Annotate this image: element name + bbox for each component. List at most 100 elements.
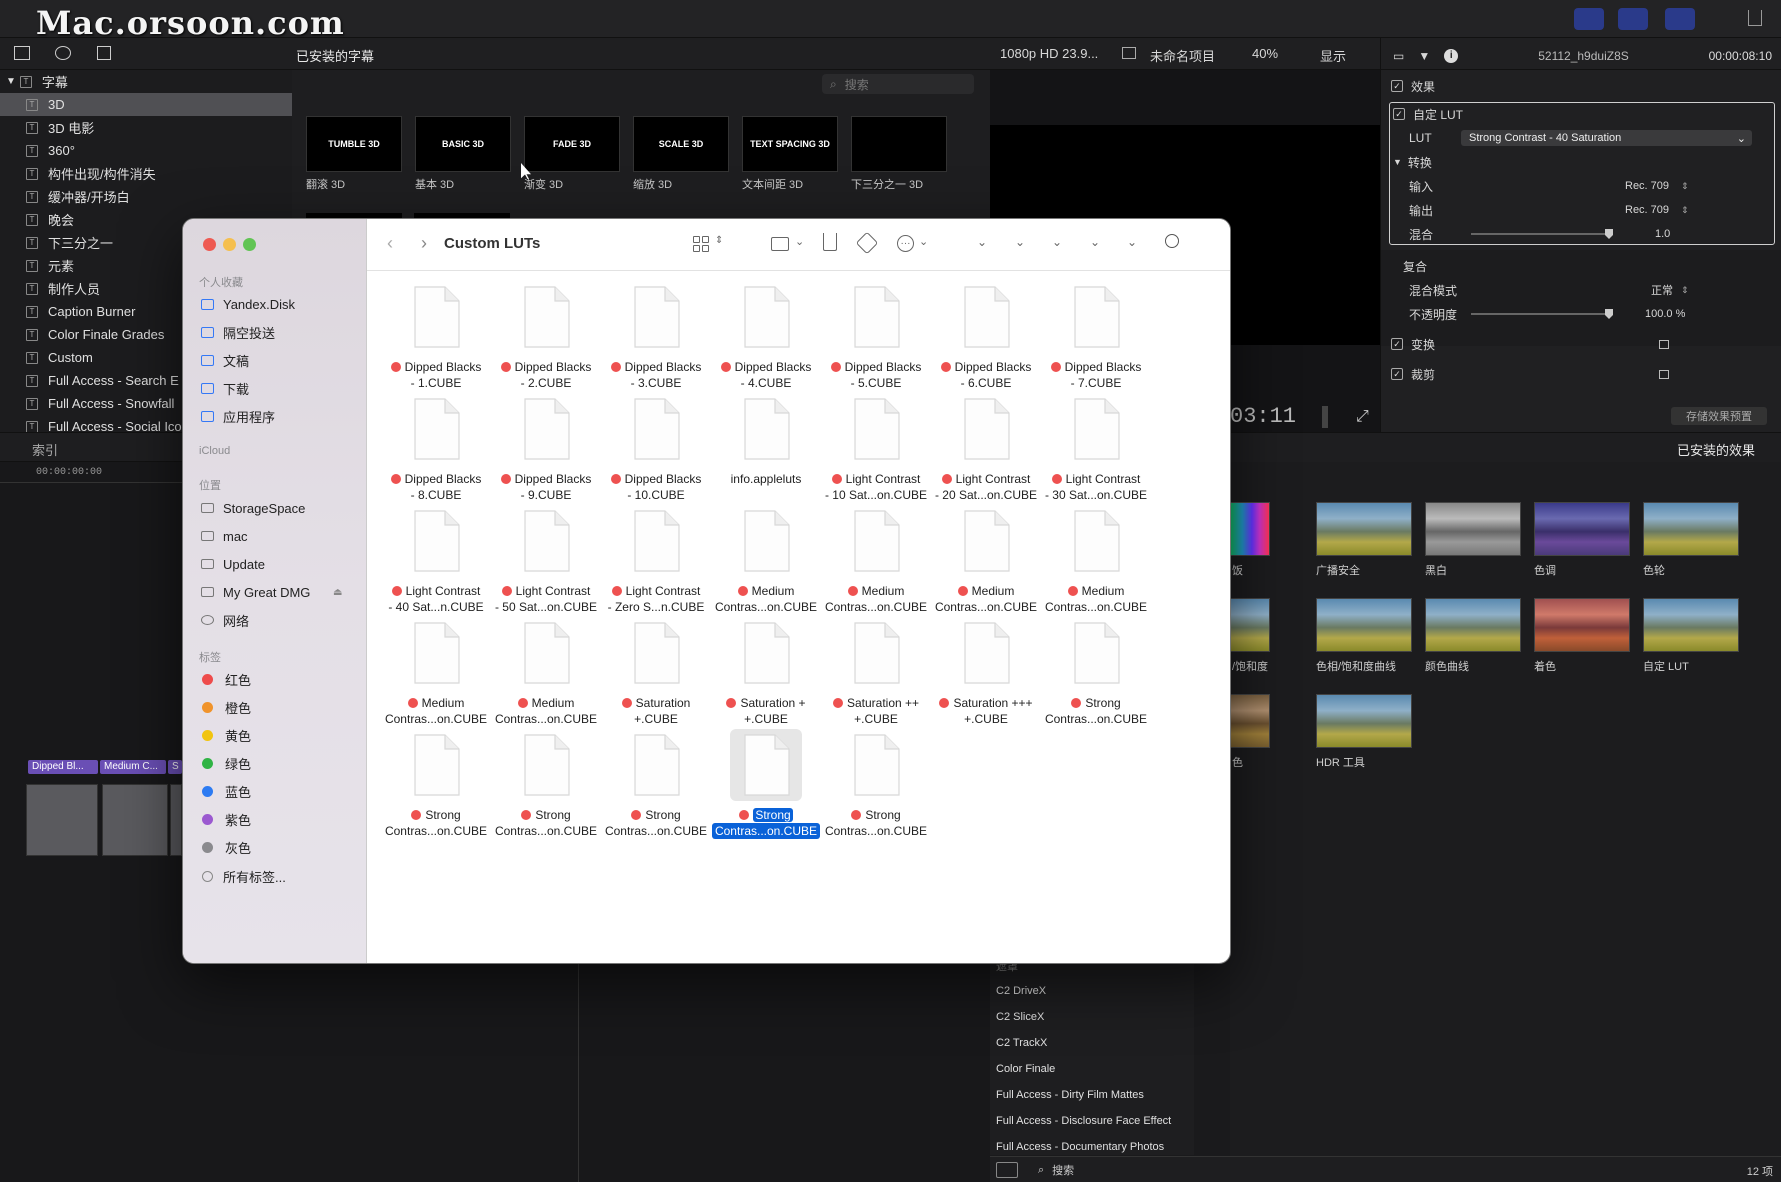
sidebar-item-download[interactable]: 下载 xyxy=(199,377,249,399)
document-icon[interactable] xyxy=(847,509,905,575)
list-item[interactable]: C2 DriveX xyxy=(996,985,1046,997)
zoom-button[interactable] xyxy=(243,238,256,251)
sidebar-item-tag[interactable]: 红色 xyxy=(199,668,251,690)
document-icon[interactable] xyxy=(737,509,795,575)
document-icon[interactable] xyxy=(407,397,465,463)
file-name[interactable]: Medium Contras...on.CUBE xyxy=(712,583,820,615)
document-icon[interactable] xyxy=(737,285,795,351)
sidebar-item-tag[interactable]: 灰色 xyxy=(199,836,251,858)
file-name[interactable]: Dipped Blacks - 7.CUBE xyxy=(1042,359,1150,391)
tag-icon[interactable] xyxy=(855,231,879,255)
sidebar-item-folder[interactable]: Yandex.Disk xyxy=(199,293,295,315)
chevron-down-icon[interactable]: ⌄ xyxy=(1015,235,1025,249)
file-name[interactable]: Medium Contras...on.CUBE xyxy=(932,583,1040,615)
save-effects-preset-button[interactable]: 存储效果预置 xyxy=(1671,407,1767,425)
sidebar-item-title-category[interactable]: T 3D xyxy=(0,93,292,116)
file-name[interactable]: Strong Contras...on.CUBE xyxy=(1042,695,1150,727)
sidebar-toggle-icon[interactable] xyxy=(996,1162,1018,1178)
chevron-down-icon[interactable]: ⌄ xyxy=(1127,235,1137,249)
document-icon[interactable] xyxy=(517,621,575,687)
filter-icon[interactable]: ▼ xyxy=(1418,49,1430,63)
mix-value[interactable]: 1.0 xyxy=(1655,228,1670,240)
titles-search-input[interactable]: ⌕ 搜索 xyxy=(822,74,974,94)
all-tags-item[interactable]: 所有标签... xyxy=(199,865,286,887)
document-icon[interactable] xyxy=(1067,397,1125,463)
sidebar-item-airdrop[interactable]: 隔空投送 xyxy=(199,321,275,343)
effect-thumb[interactable] xyxy=(1316,598,1412,652)
document-icon[interactable] xyxy=(847,733,905,799)
opacity-slider[interactable] xyxy=(1471,313,1609,315)
effects-checkbox[interactable]: ✓ xyxy=(1391,80,1403,92)
document-icon[interactable] xyxy=(847,285,905,351)
effect-thumb[interactable] xyxy=(1425,598,1521,652)
slider-thumb[interactable] xyxy=(1605,229,1613,239)
list-item[interactable]: Full Access - Disclosure Face Effect xyxy=(996,1115,1171,1127)
document-icon[interactable] xyxy=(847,397,905,463)
file-name[interactable]: Light Contrast - 10 Sat...on.CUBE xyxy=(822,471,930,503)
list-item[interactable]: Color Finale xyxy=(996,1063,1055,1075)
sidebar-item-title-category[interactable]: T 缓冲器/开场白 xyxy=(0,185,292,208)
chevron-down-icon[interactable]: ⌄ xyxy=(977,235,987,249)
document-icon[interactable] xyxy=(737,621,795,687)
file-name[interactable]: Light Contrast - 50 Sat...on.CUBE xyxy=(492,583,600,615)
crop-checkbox[interactable]: ✓ xyxy=(1391,368,1403,380)
close-button[interactable] xyxy=(203,238,216,251)
document-icon[interactable] xyxy=(957,397,1015,463)
share-icon[interactable] xyxy=(1748,10,1762,26)
document-icon[interactable] xyxy=(627,397,685,463)
document-icon[interactable] xyxy=(1067,509,1125,575)
sidebar-item-tag[interactable]: 绿色 xyxy=(199,752,251,774)
document-icon[interactable] xyxy=(957,285,1015,351)
title-thumb[interactable]: TUMBLE 3D xyxy=(306,116,402,172)
document-icon[interactable] xyxy=(1067,621,1125,687)
installed-titles-popup[interactable]: 已安装的字幕 xyxy=(296,46,374,65)
effect-thumb[interactable] xyxy=(1230,598,1270,652)
file-name[interactable]: Strong Contras...on.CUBE xyxy=(712,807,820,839)
file-name[interactable]: Light Contrast - Zero S...n.CUBE xyxy=(602,583,710,615)
zoom-popup[interactable]: 40% xyxy=(1252,46,1278,61)
effects-search-input[interactable]: ⌕ 搜索 xyxy=(1038,1162,1074,1178)
effect-thumb[interactable] xyxy=(1316,694,1412,748)
file-name[interactable]: Dipped Blacks - 4.CUBE xyxy=(712,359,820,391)
document-icon[interactable] xyxy=(517,509,575,575)
blend-mode-popup[interactable]: 正常 xyxy=(1651,282,1673,298)
titles-icon[interactable] xyxy=(97,46,111,60)
document-icon[interactable] xyxy=(407,733,465,799)
document-icon[interactable] xyxy=(627,733,685,799)
file-name[interactable]: Dipped Blacks - 6.CUBE xyxy=(932,359,1040,391)
eject-icon[interactable]: ⏏ xyxy=(333,587,342,598)
sidebar-item-location[interactable]: StorageSpace xyxy=(199,497,305,519)
sidebar-item-tag[interactable]: 黄色 xyxy=(199,724,251,746)
document-icon[interactable] xyxy=(957,509,1015,575)
slider-thumb[interactable] xyxy=(1605,309,1613,319)
index-button[interactable]: 索引 xyxy=(32,440,58,459)
video-clip[interactable] xyxy=(26,784,98,856)
crop-icon[interactable] xyxy=(1659,369,1669,379)
fullscreen-icon[interactable]: ⤢ xyxy=(1356,408,1369,426)
file-name[interactable]: Light Contrast - 40 Sat...n.CUBE xyxy=(382,583,490,615)
document-icon[interactable] xyxy=(517,285,575,351)
file-name[interactable]: Saturation +++ +.CUBE xyxy=(932,695,1040,727)
back-button[interactable]: ‹ xyxy=(387,233,393,254)
list-item[interactable]: C2 TrackX xyxy=(996,1037,1047,1049)
file-name[interactable]: Medium Contras...on.CUBE xyxy=(822,583,930,615)
chevron-down-icon[interactable]: ⌄ xyxy=(1052,235,1062,249)
inspector-toggle-button[interactable] xyxy=(1665,8,1695,30)
document-icon[interactable] xyxy=(737,733,795,799)
title-thumb[interactable]: TEXT SPACING 3D xyxy=(742,116,838,172)
sidebar-item-title-category[interactable]: T 360° xyxy=(0,139,292,162)
music-icon[interactable] xyxy=(55,46,71,60)
effect-thumb[interactable] xyxy=(1534,502,1630,556)
file-name[interactable]: info.appleluts xyxy=(712,471,820,487)
file-name[interactable]: Medium Contras...on.CUBE xyxy=(492,695,600,727)
file-name[interactable]: Medium Contras...on.CUBE xyxy=(1042,583,1150,615)
file-name[interactable]: Light Contrast - 20 Sat...on.CUBE xyxy=(932,471,1040,503)
layout-grid-button[interactable] xyxy=(1574,8,1604,30)
document-icon[interactable] xyxy=(627,509,685,575)
input-popup[interactable]: Rec. 709 xyxy=(1625,180,1669,192)
document-icon[interactable] xyxy=(737,397,795,463)
file-name[interactable]: Dipped Blacks - 5.CUBE xyxy=(822,359,930,391)
mix-slider[interactable] xyxy=(1471,233,1609,235)
file-name[interactable]: Saturation + +.CUBE xyxy=(712,695,820,727)
file-name[interactable]: Dipped Blacks - 10.CUBE xyxy=(602,471,710,503)
